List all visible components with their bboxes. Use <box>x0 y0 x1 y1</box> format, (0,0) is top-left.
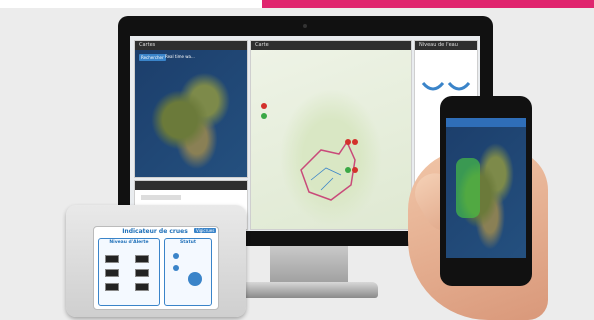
phone-map-screen[interactable] <box>446 118 526 258</box>
alert-led <box>135 269 149 277</box>
device-knob[interactable] <box>188 272 202 286</box>
rain-radar-overlay <box>456 158 480 218</box>
station-pin[interactable] <box>261 103 267 109</box>
data-panel-head <box>135 181 247 190</box>
map-panel: Cartes Rechercher Real time wa... <box>134 40 248 178</box>
map-panel-title: Cartes <box>135 41 247 50</box>
alert-led <box>105 255 119 263</box>
alert-led <box>105 283 119 291</box>
flood-map-panel: Carte <box>250 40 412 230</box>
monitor-camera <box>303 24 307 28</box>
monitor-stand <box>270 246 348 286</box>
search-input[interactable]: Real time wa... <box>165 54 195 59</box>
station-pin[interactable] <box>345 167 351 173</box>
station-pin[interactable] <box>352 139 358 145</box>
alert-level-box: Niveau d'Alerte <box>98 238 160 306</box>
alert-led <box>105 269 119 277</box>
status-box: Statut <box>164 238 212 306</box>
alert-led <box>135 255 149 263</box>
station-pin[interactable] <box>352 167 358 173</box>
station-pin[interactable] <box>261 113 267 119</box>
data-row <box>141 195 181 200</box>
flood-zone-overlay <box>300 140 356 201</box>
station-pin[interactable] <box>345 139 351 145</box>
alert-led <box>135 283 149 291</box>
device-brand-badge: Vigicrues <box>194 228 217 233</box>
header-strip <box>0 0 280 8</box>
wifi-icon <box>173 253 179 259</box>
satellite-map[interactable] <box>135 50 247 177</box>
signal-icon <box>173 265 179 271</box>
status-title: Statut <box>180 240 196 245</box>
alert-level-title: Niveau d'Alerte <box>109 240 149 245</box>
phone-app-bar <box>446 118 526 127</box>
accent-bar <box>262 0 594 8</box>
water-level-icon <box>421 81 471 91</box>
search-button[interactable]: Rechercher <box>139 54 166 61</box>
flood-map-title: Carte <box>251 41 411 50</box>
info-panel-title: Niveau de l'eau <box>415 41 477 50</box>
monitor-stand-base <box>238 282 378 298</box>
